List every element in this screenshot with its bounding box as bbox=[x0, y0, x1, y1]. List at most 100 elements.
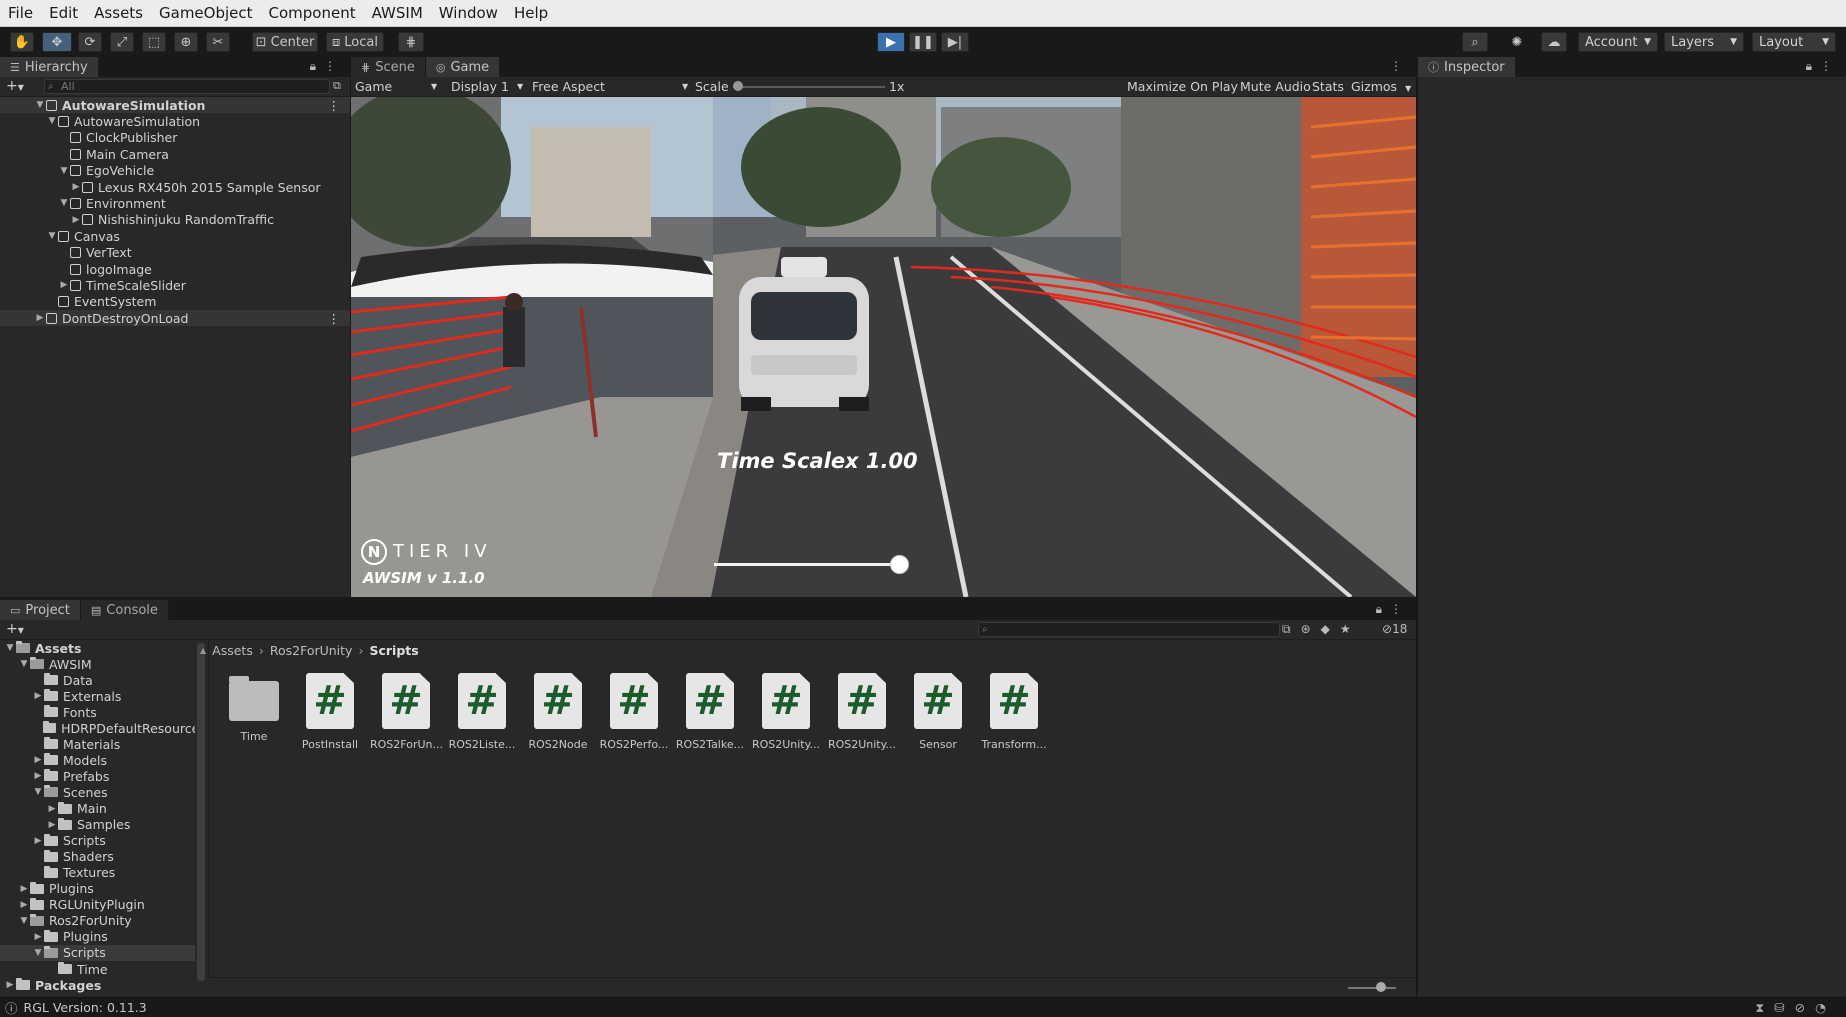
expand-arrow-icon[interactable]: ▼ bbox=[18, 916, 30, 926]
hand-tool-button[interactable]: ✋ bbox=[10, 32, 34, 52]
scene-menu-icon[interactable]: ⋮ bbox=[328, 311, 341, 326]
project-folder-item[interactable]: Time bbox=[0, 961, 195, 977]
space-toggle[interactable]: ⧈ Local bbox=[326, 32, 384, 52]
project-folder-item[interactable]: ▶ Prefabs bbox=[0, 768, 195, 784]
tab-project[interactable]: ▭ Project bbox=[0, 600, 81, 620]
expand-arrow-icon[interactable]: ▶ bbox=[4, 980, 16, 990]
project-tree-scrollbar[interactable] bbox=[197, 643, 205, 981]
tab-console[interactable]: ▤ Console bbox=[80, 600, 169, 620]
expand-arrow-icon[interactable]: ▶ bbox=[32, 932, 44, 942]
asset-script[interactable]: # ROS2Talke... bbox=[674, 673, 746, 751]
menu-item-edit[interactable]: Edit bbox=[41, 0, 86, 27]
game-mode-dropdown[interactable]: Game ▼ bbox=[355, 79, 441, 94]
project-folder-item[interactable]: ▼ Scenes bbox=[0, 784, 195, 800]
scale-slider-track[interactable] bbox=[737, 86, 885, 88]
panel-menu[interactable]: 🔒︎⋮ bbox=[310, 59, 344, 74]
aspect-dropdown[interactable]: Free Aspect ▼ bbox=[532, 79, 692, 94]
breadcrumb-item[interactable]: Assets bbox=[212, 643, 253, 658]
expand-arrow-icon[interactable]: ▶ bbox=[18, 884, 30, 894]
collapse-arrow-icon[interactable]: ▶ bbox=[34, 313, 46, 323]
maximize-on-play-toggle[interactable]: Maximize On Play bbox=[1127, 79, 1238, 94]
scroll-up-icon[interactable]: ▲ bbox=[200, 646, 206, 655]
project-folder-item[interactable]: HDRPDefaultResources bbox=[0, 720, 195, 736]
project-folder-item[interactable]: ▶ Samples bbox=[0, 817, 195, 833]
cloud-button[interactable]: ☁ bbox=[1541, 32, 1567, 52]
project-folder-item[interactable]: ▼ Assets bbox=[0, 640, 195, 656]
asset-script[interactable]: # ROS2Unity... bbox=[826, 673, 898, 751]
time-scale-slider-track[interactable] bbox=[714, 563, 900, 566]
expand-arrow-icon[interactable]: ▶ bbox=[32, 836, 44, 846]
project-folder-item[interactable]: ▼ AWSIM bbox=[0, 656, 195, 672]
collapse-arrow-icon[interactable]: ▶ bbox=[58, 280, 70, 290]
search-button[interactable]: ⌕ bbox=[1462, 32, 1488, 52]
expand-arrow-icon[interactable]: ▶ bbox=[32, 771, 44, 781]
hierarchy-item[interactable]: ▼ Canvas bbox=[0, 228, 120, 244]
project-folder-item[interactable]: Fonts bbox=[0, 704, 195, 720]
project-folder-item[interactable]: Shaders bbox=[0, 849, 195, 865]
expand-arrow-icon[interactable]: ▼ bbox=[34, 100, 46, 110]
asset-script[interactable]: # ROS2Unity... bbox=[750, 673, 822, 751]
hierarchy-item[interactable]: ▼ AutowareSimulation ⋮ bbox=[0, 97, 350, 113]
panel-menu[interactable]: 🔒︎⋮ bbox=[1806, 59, 1840, 74]
asset-script[interactable]: # ROS2Node bbox=[522, 673, 594, 751]
project-folder-item[interactable]: ▶ Plugins bbox=[0, 929, 195, 945]
asset-script[interactable]: # Sensor bbox=[902, 673, 974, 751]
project-search-input[interactable]: ⌕ bbox=[978, 622, 1280, 637]
hierarchy-item[interactable]: ▼ AutowareSimulation bbox=[0, 113, 201, 129]
menu-item-file[interactable]: File bbox=[0, 0, 41, 27]
scale-tool-button[interactable]: ⤢ bbox=[110, 32, 134, 52]
transform-tool-button[interactable]: ⊕ bbox=[174, 32, 198, 52]
project-folder-item[interactable]: Materials bbox=[0, 736, 195, 752]
hidden-packages-toggle[interactable]: ⊘18 bbox=[1382, 622, 1407, 636]
scale-slider-thumb[interactable] bbox=[733, 81, 743, 91]
pivot-toggle[interactable]: ⊡ Center bbox=[252, 32, 318, 52]
menu-item-window[interactable]: Window bbox=[431, 0, 506, 27]
expand-arrow-icon[interactable]: ▶ bbox=[32, 691, 44, 701]
project-folder-item[interactable]: ▼ Scripts bbox=[0, 944, 195, 961]
create-button[interactable]: +▼ bbox=[6, 78, 24, 94]
project-folder-item[interactable]: ▶ Externals bbox=[0, 688, 195, 704]
panel-menu[interactable]: 🔒︎⋮ bbox=[1376, 602, 1410, 617]
rotate-tool-button[interactable]: ⟳ bbox=[78, 32, 102, 52]
hierarchy-item[interactable]: ClockPublisher bbox=[0, 130, 177, 146]
scene-menu-icon[interactable]: ⋮ bbox=[328, 98, 341, 113]
project-filter-buttons[interactable]: ⧉⊛◆★ bbox=[1282, 622, 1361, 637]
hierarchy-item[interactable]: ▼ EgoVehicle bbox=[0, 163, 155, 179]
project-folder-item[interactable]: Textures bbox=[0, 865, 195, 881]
project-folder-item[interactable]: ▶ Models bbox=[0, 752, 195, 768]
layout-dropdown[interactable]: Layout ▼ bbox=[1752, 32, 1836, 52]
hierarchy-item[interactable]: logoImage bbox=[0, 261, 152, 277]
gizmos-dropdown[interactable]: Gizmos ▼ bbox=[1351, 79, 1411, 94]
menu-item-gameobject[interactable]: GameObject bbox=[151, 0, 261, 27]
expand-arrow-icon[interactable]: ▶ bbox=[46, 804, 58, 814]
asset-folder[interactable]: Time bbox=[218, 673, 290, 743]
game-viewport[interactable]: Time Scale x 1.00 N TIER IV AWSIM v 1.1.… bbox=[351, 97, 1416, 597]
display-dropdown[interactable]: Display 1 ▼ bbox=[451, 79, 527, 94]
expand-arrow-icon[interactable]: ▼ bbox=[46, 231, 58, 241]
hierarchy-item[interactable]: ▶ Nishishinjuku RandomTraffic bbox=[0, 212, 274, 228]
breadcrumb-item[interactable]: Scripts bbox=[369, 643, 418, 658]
custom-tool-button[interactable]: ✂ bbox=[206, 32, 230, 52]
asset-script[interactable]: # Transform... bbox=[978, 673, 1050, 751]
hierarchy-item[interactable]: ▶ Lexus RX450h 2015 Sample Sensor bbox=[0, 179, 321, 195]
hierarchy-item[interactable]: ▼ Environment bbox=[0, 195, 166, 211]
collab-button[interactable]: ✺ bbox=[1504, 32, 1530, 52]
scene-visibility-button[interactable]: ⧉ bbox=[333, 79, 341, 93]
expand-arrow-icon[interactable]: ▶ bbox=[18, 900, 30, 910]
menu-item-assets[interactable]: Assets bbox=[86, 0, 151, 27]
hierarchy-item[interactable]: VerText bbox=[0, 245, 132, 261]
move-tool-button[interactable]: ✥ bbox=[42, 32, 72, 52]
project-folder-item[interactable]: ▶ Main bbox=[0, 801, 195, 817]
expand-arrow-icon[interactable]: ▼ bbox=[58, 166, 70, 176]
mute-audio-toggle[interactable]: Mute Audio bbox=[1240, 79, 1311, 94]
layers-dropdown[interactable]: Layers ▼ bbox=[1664, 32, 1744, 52]
menu-item-help[interactable]: Help bbox=[506, 0, 556, 27]
account-dropdown[interactable]: Account ▼ bbox=[1578, 32, 1658, 52]
asset-script[interactable]: # ROS2ForUn... bbox=[370, 673, 442, 751]
breadcrumb-item[interactable]: Ros2ForUnity bbox=[270, 643, 353, 658]
project-folder-item[interactable]: ▶ Packages bbox=[0, 977, 195, 993]
expand-arrow-icon[interactable]: ▶ bbox=[32, 755, 44, 765]
time-scale-slider-thumb[interactable] bbox=[890, 555, 909, 574]
play-button[interactable]: ▶ bbox=[877, 32, 905, 52]
create-asset-button[interactable]: +▼ bbox=[6, 621, 24, 637]
